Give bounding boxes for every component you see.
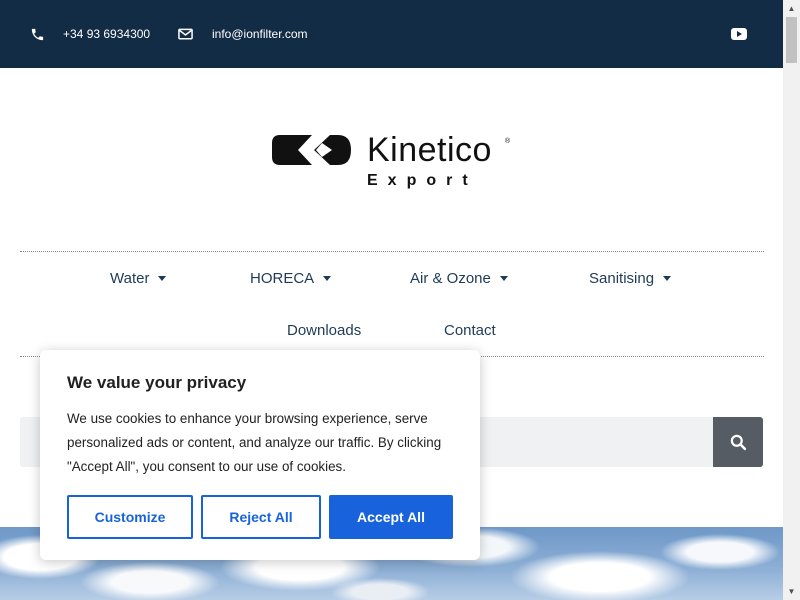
customize-button[interactable]: Customize [67, 495, 193, 539]
caret-down-icon [499, 275, 508, 281]
nav-item-sanitising[interactable]: Sanitising [589, 268, 672, 288]
nav-top-divider [20, 251, 764, 252]
page-scrollbar[interactable]: ▲ ▼ [783, 0, 800, 600]
logo-subtitle: Export [367, 172, 478, 189]
youtube-icon[interactable] [731, 0, 747, 68]
search-button[interactable] [713, 417, 763, 467]
top-contact-bar: +34 93 6934300 info@ionfilter.com [0, 0, 783, 68]
nav-item-label: HORECA [250, 269, 315, 287]
nav-item-label: Air & Ozone [410, 269, 491, 287]
phone-icon [30, 0, 45, 68]
nav-item-label: Downloads [287, 321, 362, 339]
nav-item-label: Water [110, 269, 150, 287]
scroll-up-arrow-icon[interactable]: ▲ [783, 0, 800, 17]
site-logo[interactable]: Kinetico ® Export [272, 132, 522, 192]
cookie-title: We value your privacy [67, 373, 247, 392]
envelope-icon [178, 0, 193, 68]
accept-all-button[interactable]: Accept All [329, 495, 453, 539]
scroll-down-arrow-icon[interactable]: ▼ [783, 583, 800, 600]
caret-down-icon [323, 275, 332, 281]
scrollbar-thumb[interactable] [786, 17, 797, 63]
kinetico-logo-mark-icon [272, 135, 351, 165]
email-link[interactable]: info@ionfilter.com [212, 0, 308, 68]
search-icon [730, 434, 746, 450]
nav-item-air-ozone[interactable]: Air & Ozone [410, 268, 508, 288]
reject-all-button[interactable]: Reject All [201, 495, 321, 539]
nav-item-label: Sanitising [589, 269, 655, 287]
logo-registered-mark: ® [505, 138, 511, 145]
nav-item-downloads[interactable]: Downloads [287, 320, 361, 340]
nav-item-water[interactable]: Water [110, 268, 167, 288]
cookie-description: We use cookies to enhance your browsing … [67, 411, 442, 474]
caret-down-icon [158, 275, 167, 281]
cookie-consent-dialog: We value your privacy We use cookies to … [40, 350, 480, 560]
logo-wordmark: Kinetico [367, 131, 492, 169]
nav-item-label: Contact [444, 321, 496, 339]
caret-down-icon [663, 275, 672, 281]
nav-item-contact[interactable]: Contact [444, 320, 496, 340]
nav-item-horeca[interactable]: HORECA [250, 268, 332, 288]
phone-link[interactable]: +34 93 6934300 [63, 0, 150, 68]
